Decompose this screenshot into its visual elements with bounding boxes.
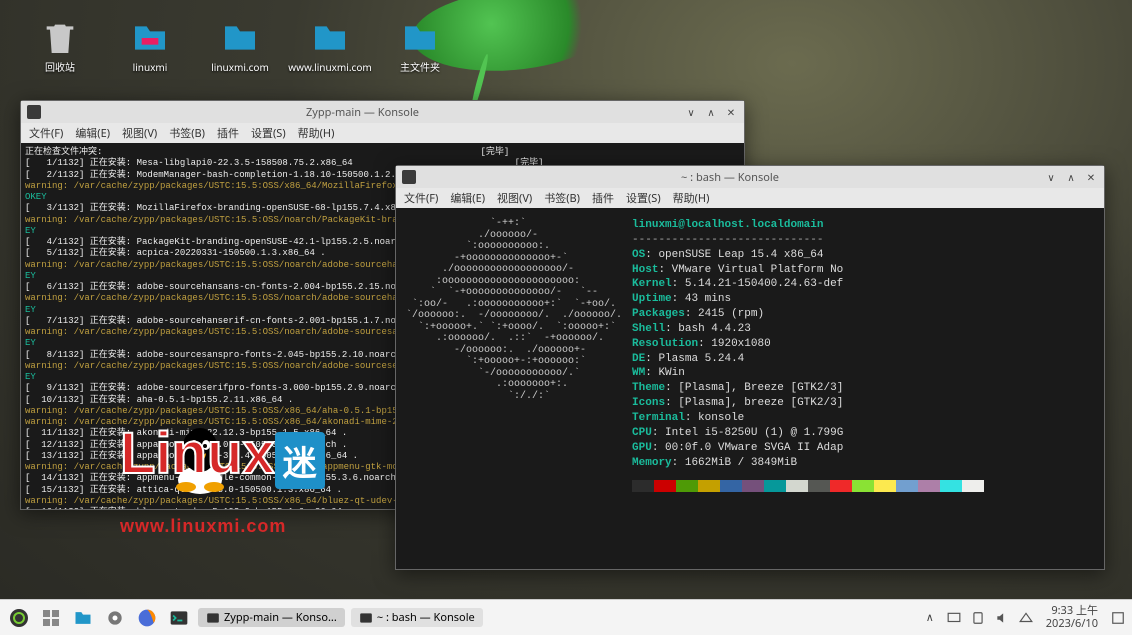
menu-bookmarks[interactable]: 书签(B) xyxy=(544,190,580,206)
trash-icon xyxy=(40,18,80,58)
menubar: 文件(F) 编辑(E) 视图(V) 书签(B) 插件 设置(S) 帮助(H) xyxy=(21,123,744,143)
titlebar[interactable]: ~ : bash — Konsole ∨ ∧ ✕ xyxy=(396,166,1104,188)
network-icon[interactable] xyxy=(1018,610,1034,626)
menu-help[interactable]: 帮助(H) xyxy=(673,190,710,206)
menu-view[interactable]: 视图(V) xyxy=(497,190,532,206)
dolphin-launcher[interactable] xyxy=(70,605,96,631)
menu-settings[interactable]: 设置(S) xyxy=(251,125,286,141)
konsole-app-icon xyxy=(402,170,416,184)
task-entry-zypp[interactable]: Zypp-main — Konso... xyxy=(198,608,345,627)
desktop-icons: 回收站 linuxmi linuxmi.com www.linuxmi.com … xyxy=(30,18,450,73)
maximize-button[interactable]: ∧ xyxy=(1064,170,1078,184)
desktop-icon-linuxmi[interactable]: linuxmi xyxy=(120,18,180,73)
minimize-button[interactable]: ∨ xyxy=(684,105,698,119)
menu-file[interactable]: 文件(F) xyxy=(404,190,438,206)
menu-view[interactable]: 视图(V) xyxy=(122,125,157,141)
desktop-icon-linuxmi-com[interactable]: linuxmi.com xyxy=(210,18,270,73)
icon-label: 回收站 xyxy=(45,62,75,73)
neofetch-userhost: linuxmi@localhost.localdomain xyxy=(632,218,984,233)
neofetch-colors xyxy=(632,480,984,492)
clock-date: 2023/6/10 xyxy=(1046,618,1098,630)
neofetch-info: linuxmi@localhost.localdomain ----------… xyxy=(632,218,984,492)
maximize-button[interactable]: ∧ xyxy=(704,105,718,119)
window-title: ~ : bash — Konsole xyxy=(416,170,1044,185)
system-tray: ∧ 9:33 上午 2023/6/10 xyxy=(922,605,1126,629)
folder-icon xyxy=(220,18,260,58)
icon-label: www.linuxmi.com xyxy=(288,62,371,73)
show-desktop-button[interactable] xyxy=(1110,610,1126,626)
taskbar: Zypp-main — Konso... ~ : bash — Konsole … xyxy=(0,599,1132,635)
menu-plugins[interactable]: 插件 xyxy=(592,190,614,206)
menu-edit[interactable]: 编辑(E) xyxy=(450,190,485,206)
menu-help[interactable]: 帮助(H) xyxy=(298,125,335,141)
konsole-app-icon xyxy=(27,105,41,119)
menu-plugins[interactable]: 插件 xyxy=(217,125,239,141)
menu-settings[interactable]: 设置(S) xyxy=(626,190,661,206)
display-icon[interactable] xyxy=(946,610,962,626)
desktop-icon-home[interactable]: 主文件夹 xyxy=(390,18,450,73)
desktop-icon-www-linuxmi[interactable]: www.linuxmi.com xyxy=(300,18,360,73)
tux-logo xyxy=(170,425,230,495)
folder-icon xyxy=(400,18,440,58)
neofetch-dashes: ----------------------------- xyxy=(632,233,984,248)
folder-icon xyxy=(310,18,350,58)
konsole-window-bash[interactable]: ~ : bash — Konsole ∨ ∧ ✕ 文件(F) 编辑(E) 视图(… xyxy=(395,165,1105,570)
menu-file[interactable]: 文件(F) xyxy=(29,125,63,141)
konsole-launcher[interactable] xyxy=(166,605,192,631)
close-button[interactable]: ✕ xyxy=(1084,170,1098,184)
neofetch-logo: `-++:` ./oooooo/- `:oooooooooo:. -+ooooo… xyxy=(406,218,622,492)
menubar: 文件(F) 编辑(E) 视图(V) 书签(B) 插件 设置(S) 帮助(H) xyxy=(396,188,1104,208)
app-launcher[interactable] xyxy=(6,605,32,631)
icon-label: 主文件夹 xyxy=(400,62,440,73)
clock[interactable]: 9:33 上午 2023/6/10 xyxy=(1042,605,1102,629)
volume-icon[interactable] xyxy=(994,610,1010,626)
menu-bookmarks[interactable]: 书签(B) xyxy=(169,125,205,141)
menu-edit[interactable]: 编辑(E) xyxy=(75,125,110,141)
minimize-button[interactable]: ∨ xyxy=(1044,170,1058,184)
folder-icon xyxy=(130,18,170,58)
titlebar[interactable]: Zypp-main — Konsole ∨ ∧ ✕ xyxy=(21,101,744,123)
task-entry-bash[interactable]: ~ : bash — Konsole xyxy=(351,608,483,627)
icon-label: linuxmi xyxy=(133,62,168,73)
close-button[interactable]: ✕ xyxy=(724,105,738,119)
icon-label: linuxmi.com xyxy=(211,62,269,73)
task-label: Zypp-main — Konso... xyxy=(224,610,337,625)
clipboard-icon[interactable] xyxy=(970,610,986,626)
task-label: ~ : bash — Konsole xyxy=(377,610,475,625)
terminal-output[interactable]: `-++:` ./oooooo/- `:oooooooooo:. -+ooooo… xyxy=(396,208,1104,569)
firefox-launcher[interactable] xyxy=(134,605,160,631)
tray-chevron-icon[interactable]: ∧ xyxy=(922,610,938,626)
window-title: Zypp-main — Konsole xyxy=(41,105,684,120)
settings-launcher[interactable] xyxy=(102,605,128,631)
taskview-button[interactable] xyxy=(38,605,64,631)
desktop-icon-trash[interactable]: 回收站 xyxy=(30,18,90,73)
